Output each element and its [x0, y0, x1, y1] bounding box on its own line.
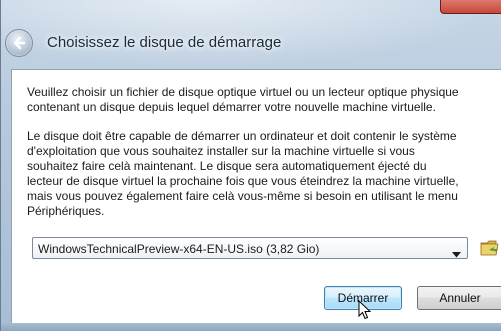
- paragraph-line: Périphériques.: [27, 204, 105, 218]
- paragraph-line: Le disque doit être capable de démarrer …: [27, 129, 457, 143]
- paragraph-line: d'exploitation que vous souhaitez instal…: [27, 144, 415, 158]
- paragraph-line: contenant un disque depuis lequel démarr…: [27, 100, 436, 114]
- chevron-down-icon[interactable]: [452, 245, 461, 263]
- paragraph-line: lecteur de disque virtuel la prochaine f…: [27, 174, 459, 188]
- mouse-pointer-icon: [358, 299, 372, 325]
- disk-select[interactable]: WindowsTechnicalPreview-x64-EN-US.iso (3…: [32, 237, 468, 259]
- close-button[interactable]: [440, 0, 501, 14]
- disk-select-value: WindowsTechnicalPreview-x64-EN-US.iso (3…: [38, 242, 320, 256]
- dialog-title: Choisissez le disque de démarrage: [47, 34, 282, 51]
- choose-disk-file-button[interactable]: [480, 238, 501, 258]
- intro-paragraph: Veuillez choisir un fichier de disque op…: [27, 85, 459, 115]
- paragraph-line: mais vous pouvez également faire celà vo…: [27, 189, 458, 203]
- back-button[interactable]: [5, 29, 33, 57]
- paragraph-line: Veuillez choisir un fichier de disque op…: [27, 85, 459, 99]
- requirements-paragraph: Le disque doit être capable de démarrer …: [27, 129, 459, 219]
- dialog-window: Choisissez le disque de démarrage Veuill…: [0, 0, 501, 331]
- cancel-button[interactable]: Annuler: [417, 286, 501, 310]
- paragraph-line: souhaitez faire celà maintenant. Le disq…: [27, 159, 427, 173]
- folder-icon: [480, 240, 501, 262]
- window-bottom-frame: [1, 323, 501, 331]
